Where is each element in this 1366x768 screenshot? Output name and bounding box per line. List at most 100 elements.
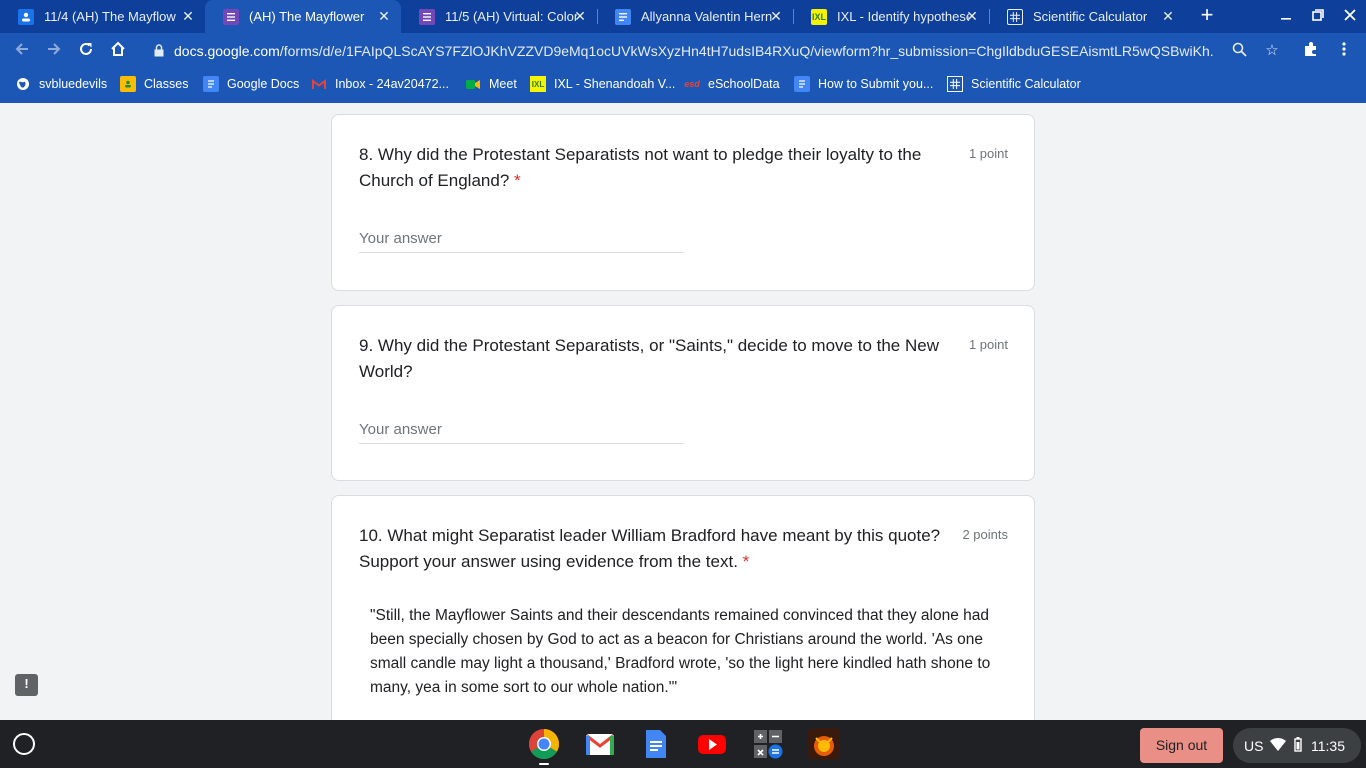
question-card-10: 10. What might Separatist leader William… bbox=[331, 495, 1035, 720]
restore-button[interactable] bbox=[1307, 6, 1329, 28]
url-host: docs.google.com bbox=[174, 43, 280, 59]
address-bar[interactable]: docs.google.com/forms/d/e/1FAIpQLScAYS7F… bbox=[142, 36, 1290, 66]
bookmark-eschooldata[interactable]: esd eSchoolData bbox=[684, 75, 780, 93]
google-docs-icon[interactable] bbox=[640, 728, 672, 760]
bookmark-label: svbluedevils bbox=[39, 77, 108, 91]
question-text: Why did the Protestant Separatists, or "… bbox=[359, 336, 939, 381]
battery-icon bbox=[1294, 737, 1302, 755]
os-shelf: Sign out US 11:35 bbox=[0, 720, 1366, 768]
calculator-icon bbox=[947, 76, 963, 92]
required-asterisk: * bbox=[514, 171, 521, 190]
tab-scientific-calculator[interactable]: Scientific Calculator ✕ bbox=[989, 0, 1185, 33]
gmail-icon bbox=[311, 76, 327, 92]
bookmark-label: Scientific Calculator bbox=[971, 77, 1081, 91]
launcher-button[interactable] bbox=[13, 733, 35, 755]
bookmark-svbluedevils[interactable]: svbluedevils bbox=[15, 75, 107, 93]
running-indicator bbox=[539, 763, 549, 765]
close-icon[interactable]: ✕ bbox=[769, 9, 783, 23]
gmail-icon[interactable] bbox=[584, 728, 616, 760]
bookmark-meet[interactable]: Meet bbox=[465, 75, 517, 93]
forward-button[interactable] bbox=[42, 39, 66, 63]
question-title: 10. What might Separatist leader William… bbox=[359, 523, 959, 575]
sign-out-button[interactable]: Sign out bbox=[1140, 728, 1223, 763]
question-text: Why did the Protestant Separatists not w… bbox=[359, 145, 922, 190]
status-tray[interactable]: US 11:35 bbox=[1233, 728, 1361, 763]
bookmark-label: How to Submit you... bbox=[818, 77, 934, 91]
required-asterisk: * bbox=[742, 552, 750, 571]
answer-input[interactable] bbox=[359, 225, 684, 253]
form-page: 8. Why did the Protestant Separatists no… bbox=[0, 103, 1366, 720]
back-arrow-icon bbox=[15, 43, 28, 55]
forward-arrow-icon bbox=[48, 43, 61, 55]
eschooldata-icon: esd bbox=[684, 79, 700, 89]
restore-icon bbox=[1312, 9, 1324, 21]
close-icon[interactable]: ✕ bbox=[1161, 9, 1175, 23]
close-icon[interactable]: ✕ bbox=[965, 9, 979, 23]
question-number: 9. bbox=[359, 336, 374, 355]
tab-ixl[interactable]: IXL IXL - Identify hypotheses ✕ bbox=[793, 0, 989, 33]
youtube-icon[interactable] bbox=[696, 728, 728, 760]
extensions-button[interactable] bbox=[1299, 39, 1323, 63]
tab-title: Scientific Calculator bbox=[1033, 9, 1148, 24]
home-button[interactable] bbox=[106, 39, 130, 63]
bookmark-google-docs[interactable]: Google Docs bbox=[203, 75, 299, 93]
google-docs-icon bbox=[794, 76, 810, 92]
url-path: /forms/d/e/1FAIpQLScAYS7FZlOJKhVZZVD9eMq… bbox=[279, 43, 1214, 59]
tab-mayflower-classroom[interactable]: 11/4 (AH) The Mayflower ✕ bbox=[0, 0, 205, 33]
bookmark-label: Inbox - 24av20472... bbox=[335, 77, 449, 91]
url-text: docs.google.com/forms/d/e/1FAIpQLScAYS7F… bbox=[174, 43, 1214, 59]
google-docs-icon bbox=[203, 76, 219, 92]
answer-input[interactable] bbox=[359, 416, 684, 444]
tab-title: (AH) The Mayflower bbox=[249, 9, 365, 24]
bookmark-label: eSchoolData bbox=[708, 77, 780, 91]
calculator-icon bbox=[1007, 8, 1023, 25]
feedback-icon: ! bbox=[24, 676, 29, 691]
minimize-button[interactable] bbox=[1275, 6, 1297, 28]
bookmark-classes[interactable]: Classes bbox=[120, 75, 188, 93]
close-icon[interactable]: ✕ bbox=[181, 9, 195, 23]
bookmark-ixl-shenandoah[interactable]: IXL IXL - Shenandoah V... bbox=[530, 75, 675, 93]
minimize-icon bbox=[1281, 18, 1291, 20]
close-icon[interactable]: ✕ bbox=[377, 9, 391, 23]
question-card-9: 9. Why did the Protestant Separatists, o… bbox=[331, 305, 1035, 481]
close-icon[interactable]: ✕ bbox=[573, 9, 587, 23]
browser-toolbar: docs.google.com/forms/d/e/1FAIpQLScAYS7F… bbox=[0, 33, 1366, 69]
browser-menu-button[interactable] bbox=[1332, 39, 1356, 63]
browser-window-frame: 11/4 (AH) The Mayflower ✕ (AH) The Mayfl… bbox=[0, 0, 1366, 103]
chrome-icon[interactable] bbox=[528, 728, 560, 760]
google-docs-icon bbox=[615, 8, 631, 25]
calculator-icon[interactable] bbox=[752, 728, 784, 760]
bookmark-inbox[interactable]: Inbox - 24av20472... bbox=[311, 75, 449, 93]
feedback-button[interactable]: ! bbox=[15, 674, 38, 696]
close-window-button[interactable] bbox=[1339, 6, 1361, 28]
tab-allyanna-doc[interactable]: Allyanna Valentin Hernandez ✕ bbox=[597, 0, 793, 33]
new-tab-button[interactable]: + bbox=[1196, 4, 1218, 27]
google-forms-icon bbox=[419, 8, 435, 25]
keyboard-layout-indicator: US bbox=[1244, 738, 1264, 754]
zoom-icon[interactable] bbox=[1230, 42, 1248, 60]
bookmark-label: Classes bbox=[144, 77, 189, 91]
ixl-icon: IXL bbox=[811, 8, 827, 25]
google-forms-icon bbox=[223, 8, 239, 25]
bookmark-star-icon[interactable]: ☆ bbox=[1263, 42, 1281, 60]
google-classroom-icon bbox=[18, 8, 34, 25]
bradford-quote: "Still, the Mayflower Saints and their d… bbox=[370, 607, 991, 696]
tab-mayflower-form[interactable]: (AH) The Mayflower ✕ bbox=[205, 0, 401, 33]
tab-title: 11/4 (AH) The Mayflower bbox=[44, 9, 176, 24]
game-icon[interactable] bbox=[808, 728, 840, 760]
bookmarks-bar: svbluedevils Classes Google Docs Inbox -… bbox=[0, 69, 1366, 99]
question-title: 9. Why did the Protestant Separatists, o… bbox=[359, 333, 959, 385]
question-title: 8. Why did the Protestant Separatists no… bbox=[359, 142, 959, 194]
tab-title: Allyanna Valentin Hernandez bbox=[641, 9, 773, 24]
bookmark-label: Google Docs bbox=[227, 77, 300, 91]
reload-icon bbox=[80, 42, 92, 55]
bookmark-scientific-calculator[interactable]: Scientific Calculator bbox=[947, 75, 1081, 93]
tab-virtual-colonial[interactable]: 11/5 (AH) Virtual: Colonial ✕ bbox=[401, 0, 597, 33]
puzzle-icon bbox=[1305, 42, 1316, 56]
back-button[interactable] bbox=[10, 39, 34, 63]
question-text: What might Separatist leader William Bra… bbox=[359, 526, 941, 571]
question-points: 1 point bbox=[968, 146, 1008, 161]
question-card-8: 8. Why did the Protestant Separatists no… bbox=[331, 114, 1035, 291]
bookmark-how-to-submit[interactable]: How to Submit you... bbox=[794, 75, 933, 93]
reload-button[interactable] bbox=[74, 39, 98, 63]
